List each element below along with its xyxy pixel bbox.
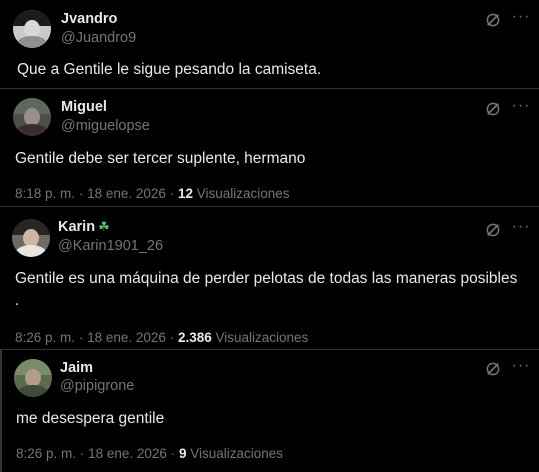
more-icon[interactable]: ··· xyxy=(510,9,532,30)
views-count[interactable]: 9 xyxy=(179,446,187,461)
post-text: me desespera gentile xyxy=(16,410,165,427)
separator: · xyxy=(78,330,84,345)
views-label[interactable]: Visualizaciones xyxy=(216,330,309,345)
avatar[interactable] xyxy=(13,10,51,48)
author-handle[interactable]: @Karin1901_26 xyxy=(58,238,163,254)
avatar[interactable] xyxy=(12,219,50,257)
more-icon[interactable]: ··· xyxy=(510,358,532,379)
views-count[interactable]: 2.386 xyxy=(178,330,212,345)
post-meta: 8:26 p. m. · 18 ene. 2026 · 9 Visualizac… xyxy=(16,446,283,461)
post-jaim[interactable]: Jaim @pipigrone ··· me desespera gentile… xyxy=(0,350,539,472)
post-miguel[interactable]: Miguel @miguelopse ··· Gentile debe ser … xyxy=(0,89,539,207)
post-karin[interactable]: Karin ☘ @Karin1901_26 ··· Gentile es una … xyxy=(0,207,539,350)
clover-emoji: ☘ xyxy=(98,219,110,234)
post-meta: 8:18 p. m. · 18 ene. 2026 · 12 Visualiza… xyxy=(15,186,290,201)
post-date[interactable]: 18 ene. 2026 xyxy=(87,186,166,201)
more-icon[interactable]: ··· xyxy=(510,219,532,240)
avatar[interactable] xyxy=(14,359,52,397)
author-handle[interactable]: @pipigrone xyxy=(60,378,134,394)
author-name[interactable]: Miguel xyxy=(61,99,107,115)
avatar[interactable] xyxy=(13,98,51,136)
separator: · xyxy=(170,446,176,461)
views-label[interactable]: Visualizaciones xyxy=(190,446,283,461)
separator: · xyxy=(79,446,85,461)
grok-icon[interactable] xyxy=(484,360,502,378)
author-name[interactable]: Karin ☘ xyxy=(58,219,110,235)
separator: · xyxy=(78,186,84,201)
views-count[interactable]: 12 xyxy=(178,186,193,201)
post-meta: 8:26 p. m. · 18 ene. 2026 · 2.386 Visual… xyxy=(15,330,308,345)
thread-line xyxy=(0,350,2,472)
post-date[interactable]: 18 ene. 2026 xyxy=(87,330,166,345)
grok-icon[interactable] xyxy=(484,221,502,239)
author-handle[interactable]: @miguelopse xyxy=(61,118,150,134)
author-name[interactable]: Jvandro xyxy=(61,11,117,27)
more-icon[interactable]: ··· xyxy=(510,98,532,119)
author-handle[interactable]: @Juandro9 xyxy=(61,30,136,46)
post-time[interactable]: 8:26 p. m. xyxy=(15,330,75,345)
post-jvandro[interactable]: Jvandro @Juandro9 ··· Que a Gentile le s… xyxy=(0,0,539,89)
views-label[interactable]: Visualizaciones xyxy=(197,186,290,201)
post-text-line-1: Gentile es una máquina de perder pelotas… xyxy=(15,270,518,287)
grok-icon[interactable] xyxy=(484,11,502,29)
post-date[interactable]: 18 ene. 2026 xyxy=(88,446,167,461)
author-name-text[interactable]: Karin xyxy=(58,219,95,235)
author-name[interactable]: Jaim xyxy=(60,360,93,376)
separator: · xyxy=(169,330,175,345)
post-time[interactable]: 8:26 p. m. xyxy=(16,446,76,461)
grok-icon[interactable] xyxy=(484,100,502,118)
post-text-line-2: . xyxy=(15,292,20,309)
separator: · xyxy=(169,186,175,201)
post-time[interactable]: 8:18 p. m. xyxy=(15,186,75,201)
post-text: Gentile debe ser tercer suplente, herman… xyxy=(15,150,306,167)
post-text: Que a Gentile le sigue pesando la camise… xyxy=(17,61,322,78)
